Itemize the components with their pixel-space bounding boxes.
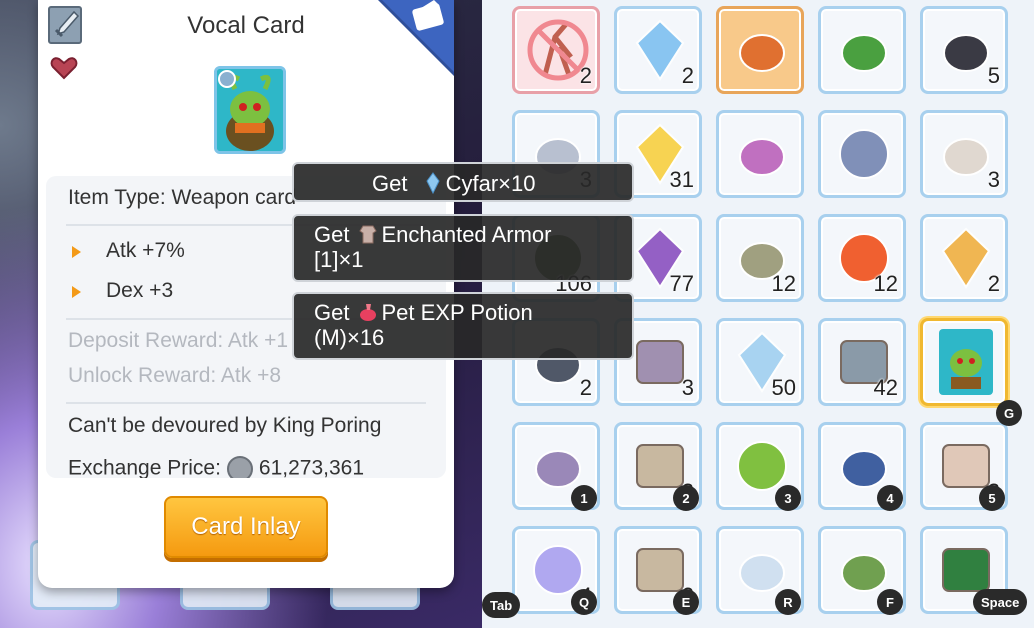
heart-icon[interactable]	[50, 56, 78, 80]
toast-prefix: Get	[314, 222, 350, 247]
vocal-card-icon	[939, 329, 993, 395]
hotkey-badge: E	[673, 589, 699, 615]
vocal-card-image	[214, 66, 286, 154]
inventory-slot[interactable]: 3	[716, 422, 804, 511]
item-type-label: Item Type: Weapon card	[68, 186, 297, 209]
toast-item-line1: Pet EXP Potion	[381, 300, 533, 325]
hotkey-badge: Q	[571, 589, 597, 615]
inventory-slot[interactable]: 2E	[614, 526, 702, 615]
inventory-slot[interactable]: 4Q	[512, 526, 600, 615]
item-quantity: 2	[987, 271, 1000, 296]
inventory-slot[interactable]: 12	[716, 214, 804, 302]
hotkey-badge: F	[877, 589, 903, 615]
inventory-slot[interactable]	[818, 110, 906, 198]
inventory-slot[interactable]: Space	[920, 526, 1028, 615]
item-quantity: 31	[669, 167, 694, 192]
stat-dex: Dex +3	[106, 279, 174, 302]
flower-icon	[739, 138, 785, 176]
inventory-slot[interactable]	[818, 6, 906, 94]
stat-atk: Atk +7%	[106, 239, 185, 262]
inventory-slot[interactable]: 4	[818, 422, 906, 511]
hotkey-badge: 3	[775, 485, 801, 511]
toast-notification: Get Pet EXP Potion (M)×16	[292, 292, 634, 360]
hotkey-badge: 2	[673, 485, 699, 511]
deposit-reward: Deposit Reward: Atk +1	[68, 329, 289, 352]
inventory-slot[interactable]: F	[818, 526, 906, 615]
inventory-slot[interactable]: 2	[512, 6, 600, 94]
toast-item-line2: (M)×16	[314, 325, 385, 350]
hotkey-badge: Space	[973, 589, 1028, 615]
item-quantity: 3	[987, 167, 1000, 192]
inventory-slot[interactable]	[716, 6, 804, 94]
exchange-price-value: 61,273,361	[258, 456, 365, 478]
inventory-slot[interactable]: 2	[920, 214, 1008, 302]
item-quantity: 2	[579, 375, 592, 400]
inventory-slot[interactable]: 2	[614, 6, 702, 94]
crystal-icon	[426, 172, 440, 194]
inventory-slot[interactable]: R	[716, 526, 804, 615]
card-inlay-button[interactable]: Card Inlay	[164, 496, 328, 558]
item-quantity: 50	[771, 375, 796, 400]
armor-icon	[359, 225, 378, 244]
item-quantity: 2	[681, 63, 694, 88]
item-quantity: 5	[987, 63, 1000, 88]
unlock-reward: Unlock Reward: Atk +8	[68, 364, 282, 387]
inventory-slot[interactable]: 1	[512, 422, 600, 511]
item-quantity: 12	[873, 271, 898, 296]
inventory-slot[interactable]: 35	[920, 422, 1008, 511]
toast-item-line1: Enchanted Armor	[381, 222, 552, 247]
inventory-slot[interactable]: 5	[920, 6, 1008, 94]
inventory-slot[interactable]: 12	[818, 214, 906, 302]
inventory-slot[interactable]	[920, 318, 1008, 406]
tab-key-badge[interactable]: Tab	[482, 592, 521, 618]
inventory-slot[interactable]: 50	[716, 318, 804, 406]
item-quantity: 12	[771, 271, 796, 296]
zeny-coin-icon	[226, 456, 253, 478]
card-ribbon-icon	[378, 0, 454, 76]
disc-icon	[839, 129, 889, 179]
exchange-price: Exchange Price: 61,273,361	[68, 456, 364, 478]
toast-notification: Get Cyfar×10	[292, 162, 634, 202]
devour-note: Can't be devoured by King Poring	[68, 414, 382, 437]
clover-icon	[841, 34, 887, 72]
hotkey-badge: 4	[877, 485, 903, 511]
item-quantity: 77	[669, 271, 694, 296]
item-quantity: 2	[579, 63, 592, 88]
toast-prefix: Get	[314, 300, 350, 325]
toast-prefix: Get	[372, 171, 408, 196]
inventory-slot[interactable]: 3	[920, 110, 1008, 198]
item-quantity: 3	[681, 375, 694, 400]
hotkey-badge: R	[775, 589, 801, 615]
hotkey-badge: 1	[571, 485, 597, 511]
exchange-price-label: Exchange Price:	[68, 456, 221, 478]
ribbon-headband-icon	[739, 34, 785, 72]
hotkey-badge-g: G	[996, 400, 1022, 426]
divider	[66, 402, 426, 404]
toast-item-line2: [1]×1	[314, 247, 364, 272]
bullet-icon	[72, 246, 81, 258]
item-quantity: 42	[873, 375, 898, 400]
inventory-slot[interactable]: 32	[614, 422, 702, 511]
hotkey-badge: 5	[979, 485, 1005, 511]
toast-item: Cyfar×10	[445, 171, 536, 196]
inventory-slot[interactable]: 42	[818, 318, 906, 406]
inventory-slot[interactable]	[716, 110, 804, 198]
bullet-icon	[72, 286, 81, 298]
potion-icon	[360, 304, 377, 321]
toast-notification: Get Enchanted Armor [1]×1	[292, 214, 634, 282]
